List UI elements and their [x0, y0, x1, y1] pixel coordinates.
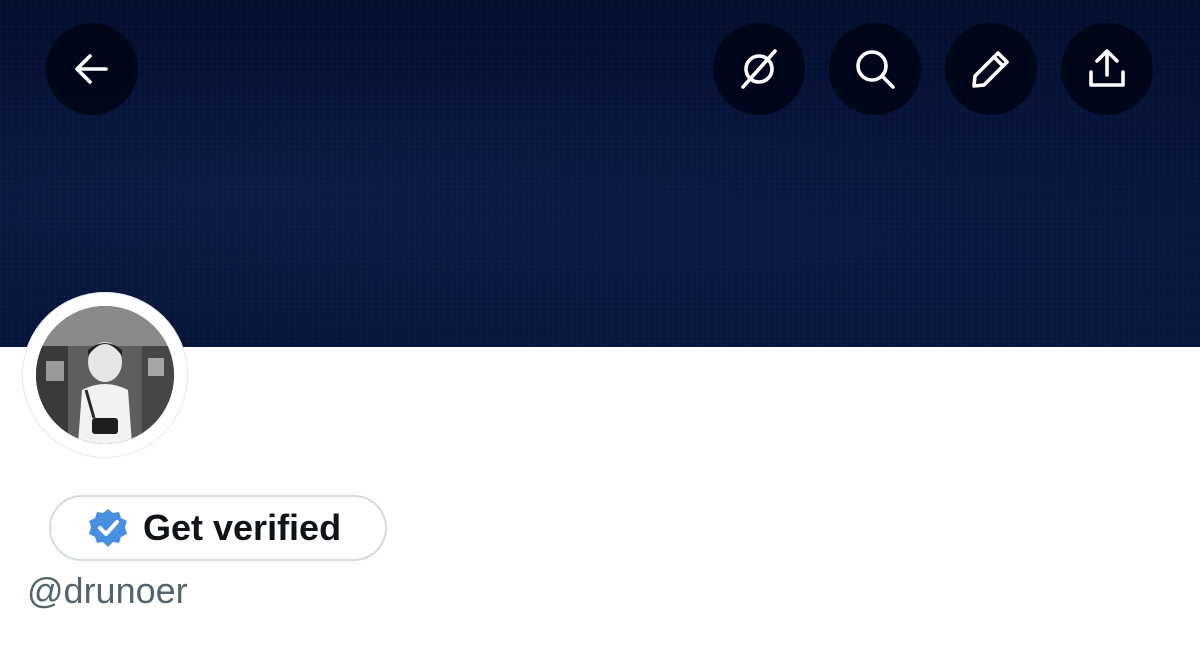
grok-button[interactable]	[713, 23, 805, 115]
share-upload-icon	[1089, 49, 1125, 87]
get-verified-label: Get verified	[143, 507, 342, 548]
search-icon	[856, 50, 895, 89]
avatar[interactable]	[36, 306, 174, 444]
back-button[interactable]	[46, 23, 138, 115]
arrow-left-icon	[75, 54, 108, 84]
avatar-photo	[36, 306, 174, 444]
profile-page: Get verified @drunoer	[0, 0, 1200, 669]
avatar-ring	[22, 292, 188, 458]
grok-slash-circle-icon	[741, 49, 777, 89]
edit-button[interactable]	[945, 23, 1037, 115]
profile-handle: @drunoer	[27, 570, 188, 611]
verified-badge-icon	[87, 507, 129, 549]
search-button[interactable]	[829, 23, 921, 115]
pencil-icon	[972, 51, 1009, 88]
share-button[interactable]	[1061, 23, 1153, 115]
get-verified-button[interactable]: Get verified	[49, 495, 387, 561]
